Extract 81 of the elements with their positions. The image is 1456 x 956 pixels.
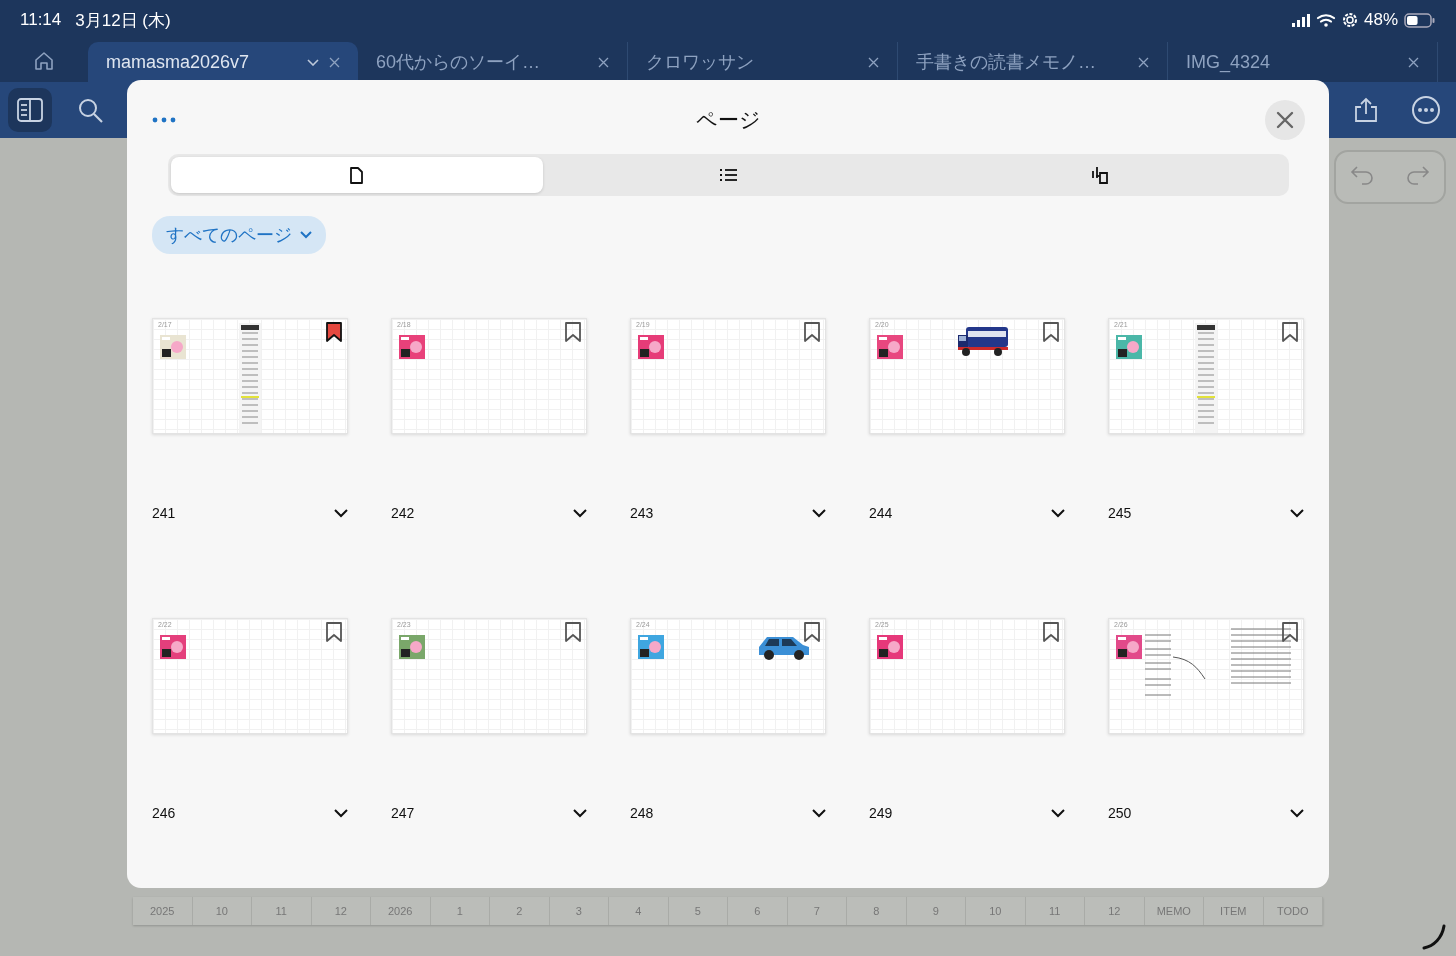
close-icon (1138, 56, 1149, 68)
index-tab[interactable]: 4 (609, 897, 669, 925)
index-tab[interactable]: 10 (966, 897, 1026, 925)
index-tab[interactable]: 2 (490, 897, 550, 925)
pen-stroke-icon (1422, 924, 1448, 950)
bookmark-icon[interactable] (564, 621, 582, 643)
redo-icon (1404, 164, 1430, 186)
page-number: 248 (630, 805, 654, 821)
chevron-down-icon (1051, 809, 1065, 818)
home-icon (34, 51, 54, 71)
more-icon (1411, 95, 1441, 125)
bookmark-icon[interactable] (1042, 621, 1060, 643)
chevron-down-icon (812, 809, 826, 818)
index-tab[interactable]: 8 (847, 897, 907, 925)
index-tab[interactable]: 10 (192, 897, 252, 925)
page-number: 250 (1108, 805, 1132, 821)
sidebar-icon (17, 98, 43, 122)
bookmark-icon[interactable] (1281, 321, 1299, 343)
chevron-down-icon (1051, 509, 1065, 518)
close-icon (1276, 111, 1294, 129)
clock: 11:14 (20, 10, 62, 30)
index-tab[interactable]: 6 (728, 897, 788, 925)
chevron-down-icon (300, 231, 312, 239)
chevron-down-icon (1290, 509, 1304, 518)
bookmark-icon[interactable] (803, 621, 821, 643)
page-number: 245 (1108, 505, 1132, 521)
orientation-lock-icon (1341, 12, 1358, 28)
share-icon (1353, 97, 1379, 123)
battery-percentage: 48% (1363, 10, 1398, 30)
page-number: 241 (152, 505, 176, 521)
dialog-title: ページ (695, 107, 762, 133)
document-icon (348, 165, 366, 185)
chevron-down-icon (334, 809, 348, 818)
index-tab[interactable]: TODO (1263, 897, 1323, 925)
page-number: 247 (391, 805, 415, 821)
list-icon (719, 167, 738, 183)
undo-icon (1350, 164, 1376, 186)
page-number: 244 (869, 505, 893, 521)
chevron-down-icon (812, 509, 826, 518)
close-icon (868, 56, 879, 68)
page-number: 243 (630, 505, 654, 521)
index-tab[interactable]: 2026 (371, 897, 431, 925)
chevron-down-icon (334, 509, 348, 518)
date: 3月12日 (木) (75, 9, 171, 32)
index-tab[interactable]: 9 (906, 897, 966, 925)
chevron-down-icon (573, 809, 587, 818)
close-button[interactable] (1265, 100, 1305, 140)
index-tab[interactable]: 5 (668, 897, 728, 925)
index-tab[interactable]: 7 (787, 897, 847, 925)
bookmark-icon[interactable] (325, 321, 343, 343)
more-icon (152, 117, 176, 123)
index-tab[interactable]: 12 (311, 897, 371, 925)
index-tab[interactable]: ITEM (1204, 897, 1264, 925)
index-tab[interactable]: 11 (1025, 897, 1085, 925)
filter-dropdown[interactable]: すべてのページ (152, 216, 326, 254)
close-icon (1408, 56, 1419, 68)
bookmark-icon[interactable] (564, 321, 582, 343)
battery-icon (1404, 12, 1436, 28)
page-number: 249 (869, 805, 893, 821)
index-tab[interactable]: 2025 (133, 897, 193, 925)
index-tab[interactable]: 11 (252, 897, 312, 925)
signal-icon (1291, 13, 1310, 27)
wifi-icon (1315, 13, 1336, 27)
page-number: 242 (391, 505, 415, 521)
index-tab[interactable]: 1 (430, 897, 490, 925)
index-tab[interactable]: 3 (549, 897, 609, 925)
close-icon (598, 56, 609, 68)
bookmark-icon[interactable] (325, 621, 343, 643)
page-number: 246 (152, 805, 176, 821)
bookmark-icon[interactable] (1042, 321, 1060, 343)
bookmark-icon[interactable] (1281, 621, 1299, 643)
document-tab[interactable]: mamasma2026v7 (88, 42, 358, 82)
sidebar-button[interactable] (8, 88, 52, 132)
chevron-down-icon (573, 509, 587, 518)
chevron-down-icon[interactable] (307, 58, 319, 66)
close-icon (329, 56, 340, 68)
search-icon (77, 97, 103, 123)
index-tab[interactable]: 12 (1085, 897, 1145, 925)
chevron-down-icon (1290, 809, 1304, 818)
bookmark-icon[interactable] (803, 321, 821, 343)
index-tab[interactable]: MEMO (1144, 897, 1204, 925)
